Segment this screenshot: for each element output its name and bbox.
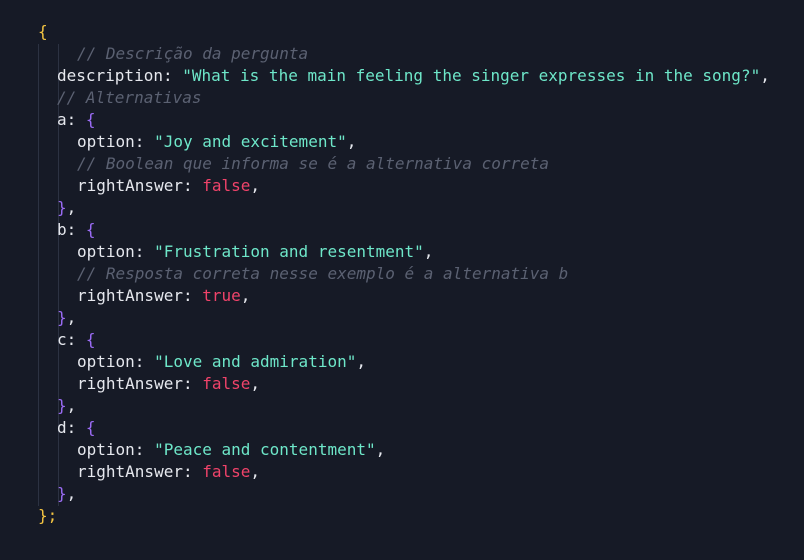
comma: , [760, 66, 770, 85]
alt-d-open-brace: { [85, 418, 96, 437]
comma: , [250, 462, 261, 481]
alt-c-right-answer-value: false [202, 374, 251, 393]
code-line-open-brace: { [0, 21, 804, 43]
alt-d-key: d [57, 418, 67, 437]
alt-b-close-brace: } [57, 308, 67, 327]
option-key: option [77, 132, 135, 151]
colon: : [66, 418, 86, 437]
colon: : [66, 220, 86, 239]
comma: , [66, 484, 77, 503]
alt-a-key: a [57, 110, 67, 129]
right-answer-key: rightAnswer [77, 176, 183, 195]
code-line-alt-a-open: a: { [0, 109, 804, 131]
code-line-comment-alternatives: // Alternativas [0, 87, 804, 109]
colon: : [134, 440, 155, 459]
code-line-comment-correct: // Resposta correta nesse exemplo é a al… [0, 263, 804, 285]
alt-c-option-value: "Love and admiration" [154, 352, 357, 371]
comma: , [423, 242, 434, 261]
code-line-alt-d-close: }, [0, 483, 804, 505]
alt-b-open-brace: { [85, 220, 96, 239]
right-answer-key: rightAnswer [77, 374, 183, 393]
comma: , [250, 374, 261, 393]
alt-b-right-answer-value: true [202, 286, 241, 305]
comma: , [66, 396, 77, 415]
colon: : [66, 110, 86, 129]
alt-c-open-brace: { [85, 330, 96, 349]
outer-open-brace: { [38, 22, 48, 41]
code-line-close-brace: }; [0, 505, 804, 527]
code-line-alt-a-right-answer: rightAnswer: false, [0, 175, 804, 197]
alt-c-key: c [57, 330, 67, 349]
comment-alternatives: // Alternativas [57, 88, 202, 107]
code-line-alt-c-option: option: "Love and admiration", [0, 351, 804, 373]
outer-close-brace: }; [38, 506, 58, 525]
option-key: option [77, 242, 135, 261]
comma: , [346, 132, 357, 151]
code-line-alt-a-option: option: "Joy and excitement", [0, 131, 804, 153]
description-value: "What is the main feeling the singer exp… [182, 66, 761, 85]
colon: : [134, 352, 155, 371]
alt-d-option-value: "Peace and contentment" [154, 440, 376, 459]
code-editor[interactable]: { // Descrição da pergunta description: … [0, 0, 804, 560]
comma: , [356, 352, 366, 371]
option-key: option [77, 440, 135, 459]
code-line-alt-d-right-answer: rightAnswer: false, [0, 461, 804, 483]
option-key: option [77, 352, 135, 371]
code-line-alt-a-close: }, [0, 197, 804, 219]
comma: , [250, 176, 261, 195]
colon: : [182, 374, 203, 393]
alt-d-close-brace: } [57, 484, 67, 503]
code-line-alt-b-close: }, [0, 307, 804, 329]
alt-a-open-brace: { [85, 110, 96, 129]
code-line-alt-d-open: d: { [0, 417, 804, 439]
description-key: description [57, 66, 163, 85]
code-line-alt-c-open: c: { [0, 329, 804, 351]
right-answer-key: rightAnswer [77, 462, 183, 481]
alt-b-key: b [57, 220, 67, 239]
comma: , [66, 308, 77, 327]
comma: , [66, 198, 77, 217]
code-line-alt-b-open: b: { [0, 219, 804, 241]
colon: : [182, 462, 203, 481]
code-line-description: description: "What is the main feeling t… [0, 65, 804, 87]
alt-c-close-brace: } [57, 396, 67, 415]
comma: , [375, 440, 386, 459]
code-line-comment-description: // Descrição da pergunta [0, 43, 804, 65]
colon: : [182, 176, 203, 195]
code-line-alt-b-option: option: "Frustration and resentment", [0, 241, 804, 263]
colon: : [134, 242, 155, 261]
comment-correct: // Resposta correta nesse exemplo é a al… [77, 264, 569, 283]
comment-description: // Descrição da pergunta [77, 44, 309, 63]
colon: : [162, 66, 183, 85]
code-line-alt-b-right-answer: rightAnswer: true, [0, 285, 804, 307]
alt-a-right-answer-value: false [202, 176, 251, 195]
comment-boolean: // Boolean que informa se é a alternativ… [77, 154, 550, 173]
right-answer-key: rightAnswer [77, 286, 183, 305]
alt-a-option-value: "Joy and excitement" [154, 132, 347, 151]
code-line-alt-c-close: }, [0, 395, 804, 417]
alt-a-close-brace: } [57, 198, 67, 217]
code-block: { // Descrição da pergunta description: … [0, 21, 804, 527]
code-line-alt-d-option: option: "Peace and contentment", [0, 439, 804, 461]
colon: : [134, 132, 155, 151]
alt-d-right-answer-value: false [202, 462, 251, 481]
code-line-comment-boolean: // Boolean que informa se é a alternativ… [0, 153, 804, 175]
colon: : [66, 330, 86, 349]
colon: : [182, 286, 203, 305]
alt-b-option-value: "Frustration and resentment" [154, 242, 424, 261]
comma: , [240, 286, 251, 305]
code-line-alt-c-right-answer: rightAnswer: false, [0, 373, 804, 395]
